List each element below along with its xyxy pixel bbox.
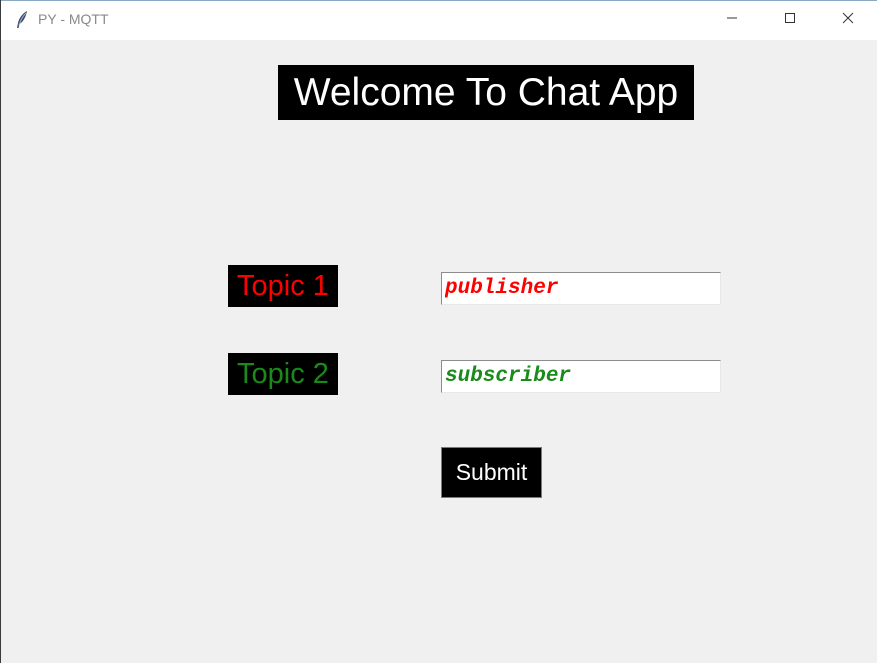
app-window: PY - MQTT Welcome To Chat App Topic 1 To… bbox=[0, 0, 877, 663]
maximize-icon bbox=[784, 11, 796, 29]
minimize-icon bbox=[726, 11, 738, 29]
topic2-label: Topic 2 bbox=[228, 353, 338, 395]
topic1-label: Topic 1 bbox=[228, 265, 338, 307]
maximize-button[interactable] bbox=[761, 0, 819, 40]
welcome-heading: Welcome To Chat App bbox=[278, 65, 694, 120]
app-client-area bbox=[1, 40, 877, 663]
close-button[interactable] bbox=[819, 0, 877, 40]
title-bar[interactable]: PY - MQTT bbox=[1, 0, 877, 40]
feather-icon[interactable] bbox=[14, 10, 30, 30]
topic2-input[interactable] bbox=[441, 360, 721, 393]
window-title: PY - MQTT bbox=[38, 11, 109, 27]
minimize-button[interactable] bbox=[703, 0, 761, 40]
close-icon bbox=[842, 11, 854, 29]
topic1-input[interactable] bbox=[441, 272, 721, 305]
submit-button[interactable]: Submit bbox=[441, 447, 542, 498]
